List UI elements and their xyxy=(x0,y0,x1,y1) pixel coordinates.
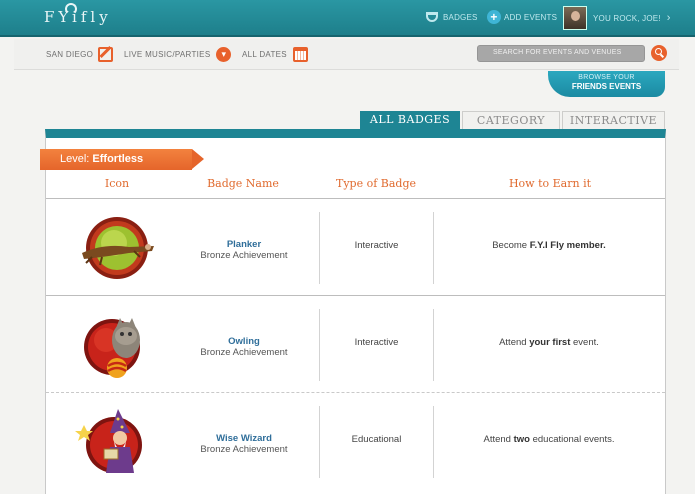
tab-interactive[interactable]: INTERACTIVE xyxy=(562,111,665,129)
table-row: Owling Bronze Achievement Interactive At… xyxy=(46,295,665,392)
badge-name-cell: Owling Bronze Achievement xyxy=(180,336,308,358)
level-prefix: Level: xyxy=(60,153,93,165)
city-filter[interactable]: SAN DIEGO xyxy=(46,47,114,62)
earn-bold: two xyxy=(513,434,530,445)
user-menu[interactable]: YOU ROCK, JOE! › xyxy=(563,6,671,30)
nav-badges-label: BADGES xyxy=(443,12,478,22)
filter-bar: SAN DIEGO LIVE MUSIC/PARTIES ▾ ALL DATES… xyxy=(14,39,679,70)
level-name: Effortless xyxy=(92,153,144,165)
calendar-icon xyxy=(292,47,308,62)
date-filter-label: ALL DATES xyxy=(242,50,287,59)
column-header-type: Type of Badge xyxy=(335,177,417,190)
wizard-badge-icon[interactable] xyxy=(74,407,160,477)
top-bar: FYifly BADGES + ADD EVENTS YOU ROCK, JOE… xyxy=(0,0,695,37)
earn-post: educational events. xyxy=(529,434,615,445)
earn-pre: Attend xyxy=(499,337,530,348)
friends-tab-line1: BROWSE YOUR xyxy=(578,74,635,81)
earn-pre: Attend xyxy=(483,434,514,445)
column-header-name: Badge Name xyxy=(207,177,279,190)
planker-badge-icon[interactable] xyxy=(74,213,160,283)
badge-name-link[interactable]: Wise Wizard xyxy=(180,433,308,444)
badge-earn-text: Attend two educational events. xyxy=(434,434,664,445)
badge-tier: Bronze Achievement xyxy=(200,347,288,358)
search-input[interactable]: SEARCH FOR EVENTS AND VENUES xyxy=(477,45,645,62)
badge-tier: Bronze Achievement xyxy=(200,250,288,261)
badge-name-cell: Planker Bronze Achievement xyxy=(180,239,308,261)
owling-badge-icon[interactable] xyxy=(74,310,160,380)
browse-friends-events-button[interactable]: BROWSE YOUR FRIENDS EVENTS xyxy=(548,71,665,97)
table-row: Wise Wizard Bronze Achievement Education… xyxy=(46,392,665,489)
user-greeting: YOU ROCK, JOE! xyxy=(593,13,661,23)
badge-name-link[interactable]: Owling xyxy=(180,336,308,347)
avatar xyxy=(563,6,587,30)
badge-tier: Bronze Achievement xyxy=(200,444,288,455)
earn-pre: Become xyxy=(492,240,530,251)
tab-category[interactable]: CATEGORY xyxy=(462,111,560,129)
table-row: Planker Bronze Achievement Interactive B… xyxy=(46,198,665,295)
friends-tab-line2: FRIENDS EVENTS xyxy=(571,82,642,91)
edit-icon xyxy=(98,47,114,62)
earn-post: event. xyxy=(570,337,599,348)
tab-all-badges[interactable]: ALL BADGES xyxy=(360,111,460,129)
nav-badges-link[interactable]: BADGES xyxy=(426,9,478,25)
badge-earn-text: Become F.Y.I Fly member. xyxy=(434,240,664,251)
badge-name-link[interactable]: Planker xyxy=(180,239,308,250)
chevron-down-icon: ▾ xyxy=(216,47,232,62)
category-filter[interactable]: LIVE MUSIC/PARTIES ▾ xyxy=(124,47,232,62)
badge-name-cell: Wise Wizard Bronze Achievement xyxy=(180,433,308,455)
nav-add-events-label: ADD EVENTS xyxy=(504,12,558,22)
badge-type: Interactive xyxy=(354,240,399,251)
badge-type: Educational xyxy=(351,434,402,445)
badge-type: Interactive xyxy=(354,337,399,348)
city-filter-label: SAN DIEGO xyxy=(46,50,94,59)
column-header-earn: How to Earn it xyxy=(508,177,592,190)
search-icon[interactable] xyxy=(651,45,667,61)
badge-icon xyxy=(426,12,438,22)
earn-bold: F.Y.I Fly member. xyxy=(529,240,606,251)
category-filter-label: LIVE MUSIC/PARTIES xyxy=(124,50,211,59)
plus-icon: + xyxy=(487,10,501,24)
badge-earn-text: Attend your first event. xyxy=(434,337,664,348)
column-header-icon: Icon xyxy=(104,177,130,190)
earn-bold: your first xyxy=(529,337,571,348)
logo[interactable]: FYifly xyxy=(44,8,112,26)
date-filter[interactable]: ALL DATES xyxy=(242,47,308,62)
chevron-right-icon: › xyxy=(666,12,671,24)
nav-add-events-link[interactable]: + ADD EVENTS xyxy=(487,9,557,25)
level-ribbon: Level: Effortless xyxy=(40,149,204,170)
